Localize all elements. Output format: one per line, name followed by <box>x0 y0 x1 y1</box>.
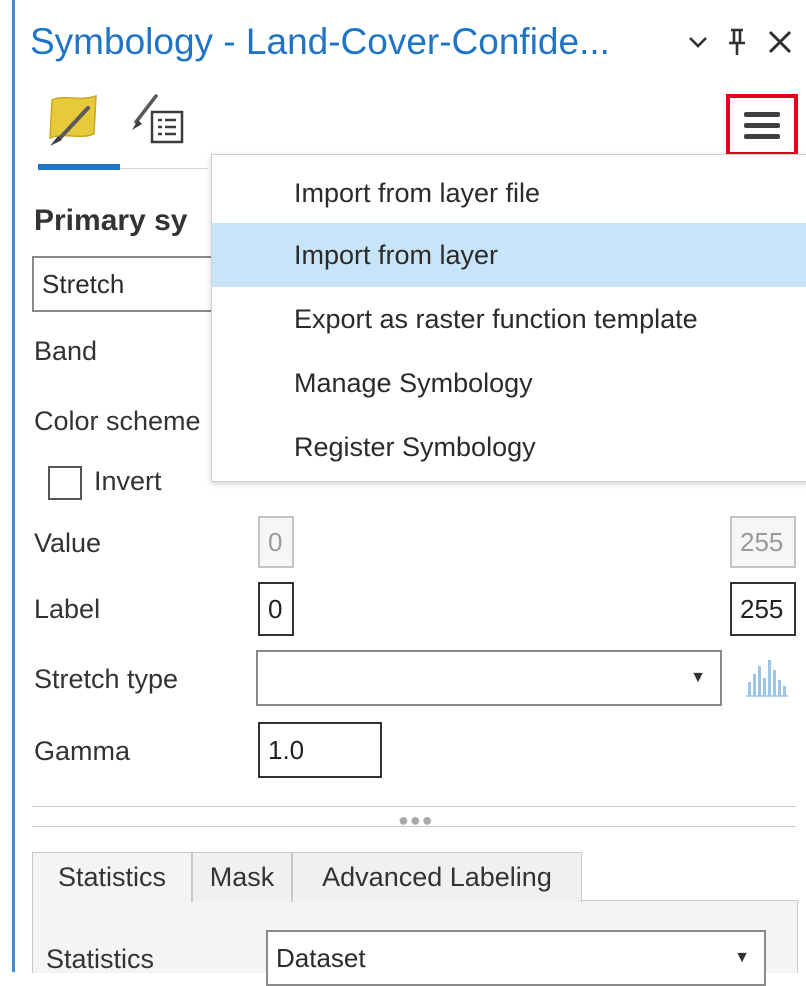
label-min-field[interactable]: 0 <box>258 582 294 636</box>
hamburger-menu-icon <box>744 106 780 145</box>
stretch-type-select[interactable]: ▼ <box>256 650 722 706</box>
menu-item-import-from-layer-file[interactable]: Import from layer file <box>212 161 806 225</box>
menu-item-import-from-layer[interactable]: Import from layer <box>212 223 806 287</box>
dropdown-caret-icon: ▼ <box>690 669 706 686</box>
renderer-value: Stretch <box>42 268 125 299</box>
splitter-grip-icon[interactable]: ●●● <box>398 810 434 831</box>
value-label: Value <box>34 528 102 558</box>
histogram-icon[interactable] <box>742 652 792 702</box>
panel-title: Symbology - Land-Cover-Confide... <box>30 21 610 62</box>
pin-icon[interactable] <box>722 22 752 62</box>
gamma-field[interactable]: 1.0 <box>258 722 382 778</box>
menu-item-register-symbology[interactable]: Register Symbology <box>212 415 806 479</box>
value-max-field: 255 <box>730 516 796 568</box>
close-icon[interactable] <box>760 22 800 62</box>
value-min-field: 0 <box>258 516 294 568</box>
band-label: Band <box>34 336 98 366</box>
renderer-select[interactable]: Stretch <box>32 256 232 312</box>
splitter-line-bottom <box>32 826 796 827</box>
gamma-label: Gamma <box>34 736 131 766</box>
invert-label: Invert <box>94 466 162 496</box>
tab-advanced-labeling[interactable]: Advanced Labeling <box>292 852 582 902</box>
panel-left-border <box>12 0 15 972</box>
dropdown-caret-icon: ▼ <box>734 949 750 966</box>
options-menu-button[interactable] <box>726 94 798 156</box>
label-max-field[interactable]: 255 <box>730 582 796 636</box>
active-tab-indicator <box>38 164 120 170</box>
statistics-select[interactable]: Dataset ▼ <box>266 930 766 986</box>
tab-mask[interactable]: Mask <box>192 852 292 902</box>
color-scheme-label: Color scheme <box>34 406 201 436</box>
tab-statistics[interactable]: Statistics <box>32 852 192 902</box>
chevron-down-icon[interactable] <box>680 22 716 62</box>
stretch-type-label: Stretch type <box>34 664 179 694</box>
brush-list-icon[interactable] <box>128 90 188 150</box>
paint-brush-icon[interactable] <box>44 90 104 150</box>
splitter-line-top <box>32 806 796 807</box>
statistics-label: Statistics <box>46 944 155 974</box>
invert-checkbox[interactable] <box>48 466 82 500</box>
label-label: Label <box>34 594 101 624</box>
section-title: Primary sy <box>34 204 188 237</box>
options-popup-menu: Import from layer file Import from layer… <box>211 154 806 482</box>
menu-item-manage-symbology[interactable]: Manage Symbology <box>212 351 806 415</box>
menu-item-export-raster-function-template[interactable]: Export as raster function template <box>212 287 806 351</box>
